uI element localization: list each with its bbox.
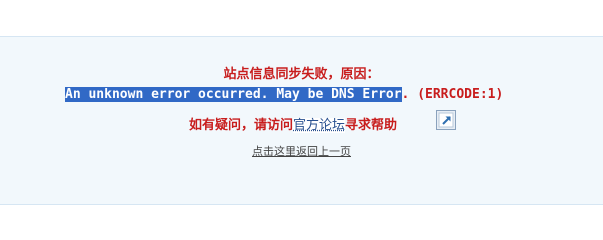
error-code: . (ERRCODE:1) [401, 87, 504, 102]
top-spacer [0, 0, 603, 36]
help-line: 如有疑问，请访问官方论坛寻求帮助 [189, 117, 397, 135]
bottom-spacer [0, 205, 603, 221]
sync-failed-title: 站点信息同步失败，原因： [223, 67, 380, 82]
official-forum-link[interactable]: 官方论坛 [293, 118, 346, 133]
help-suffix: 寻求帮助 [345, 118, 398, 133]
error-message: An unknown error occurred. May be DNS Er… [65, 86, 503, 103]
back-link[interactable]: 点击这里返回上一页 [0, 145, 603, 159]
help-prefix: 如有疑问，请访问 [189, 118, 294, 133]
error-message-selected: An unknown error occurred. May be DNS Er… [65, 87, 402, 102]
external-link-icon[interactable] [436, 110, 456, 130]
